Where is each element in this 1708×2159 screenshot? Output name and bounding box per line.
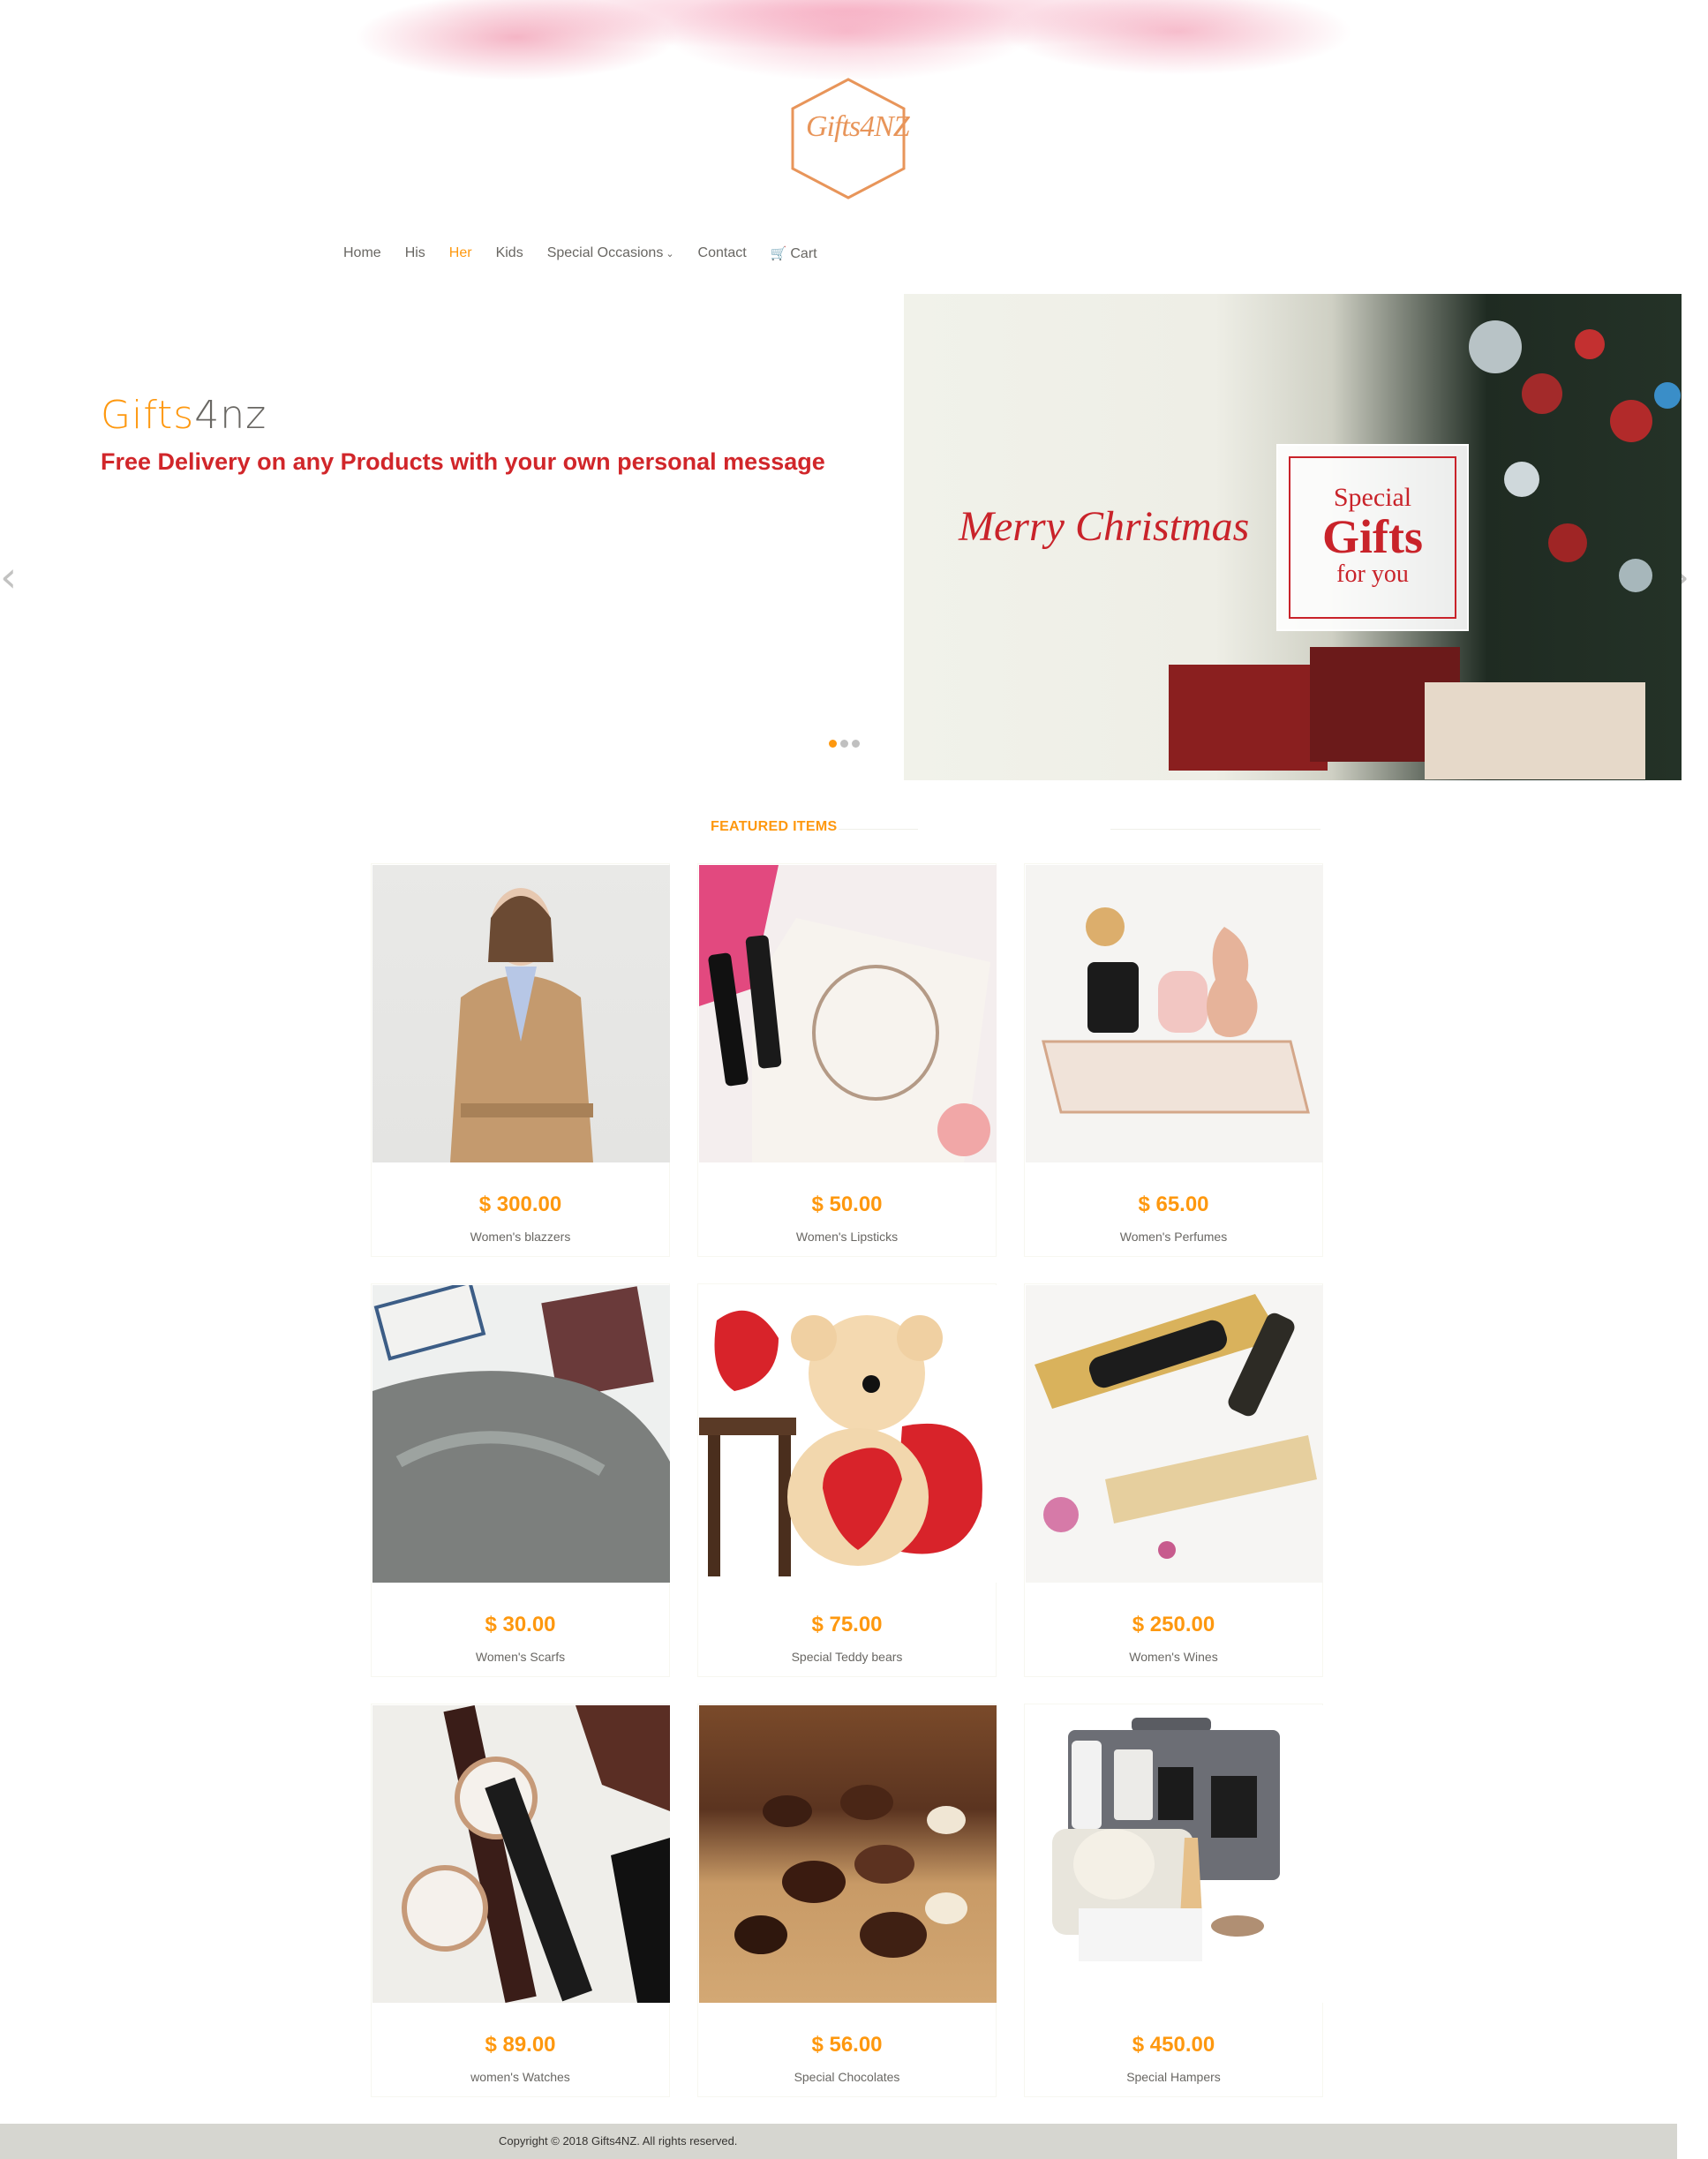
product-image-teddy-bear xyxy=(699,1285,997,1583)
footer: Copyright © 2018 Gifts4NZ. All rights re… xyxy=(0,2124,1677,2159)
nav-her[interactable]: Her xyxy=(449,245,472,261)
slide-brand-part1: Gifts xyxy=(101,393,195,438)
nav-his[interactable]: His xyxy=(405,245,425,261)
product-card[interactable]: $ 30.00 Women's Scarfs xyxy=(371,1283,670,1677)
bauble-red xyxy=(1522,373,1562,414)
nav-kids[interactable]: Kids xyxy=(496,245,523,261)
product-price: $ 250.00 xyxy=(1132,1613,1215,1636)
product-image-lipsticks xyxy=(699,865,997,1162)
gift-box xyxy=(1425,682,1645,779)
featured-divider-left xyxy=(839,829,918,830)
nav-special-occasions-label: Special Occasions xyxy=(546,245,664,260)
featured-items-title: FEATURED ITEMS xyxy=(711,819,838,834)
product-price: $ 89.00 xyxy=(485,2033,556,2057)
product-card[interactable]: $ 250.00 Women's Wines xyxy=(1024,1283,1323,1677)
product-card[interactable]: $ 89.00 women's Watches xyxy=(371,1704,670,2097)
slider-dot-1[interactable] xyxy=(829,740,837,748)
product-price: $ 450.00 xyxy=(1132,2033,1215,2057)
product-name[interactable]: Special Hampers xyxy=(1025,2070,1322,2084)
bauble-red xyxy=(1575,329,1605,359)
bauble-silver xyxy=(1504,462,1539,497)
slide-special-gifts-box: Special Gifts for you xyxy=(1276,444,1469,631)
slide-brand-title: Gifts4nz xyxy=(101,393,267,438)
slider-dot-3[interactable] xyxy=(852,740,860,748)
product-card[interactable]: $ 65.00 Women's Perfumes xyxy=(1024,863,1323,1257)
product-name[interactable]: women's Watches xyxy=(372,2070,669,2084)
product-name[interactable]: Special Chocolates xyxy=(698,2070,996,2084)
product-card[interactable]: $ 300.00 Women's blazzers xyxy=(371,863,670,1257)
bauble-red xyxy=(1610,400,1652,442)
nav-home[interactable]: Home xyxy=(343,245,381,261)
nav-cart-label: Cart xyxy=(790,245,817,261)
slide-for-you-text: for you xyxy=(1336,560,1409,588)
product-image-perfumes xyxy=(1026,865,1323,1162)
slider-indicators xyxy=(829,740,860,748)
product-price: $ 50.00 xyxy=(811,1192,883,1216)
product-name[interactable]: Women's blazzers xyxy=(372,1230,669,1244)
slide-special-text: Special xyxy=(1333,483,1412,512)
slide-special-gifts-frame: Special Gifts for you xyxy=(1289,456,1456,619)
main-nav: Home His Her Kids Special Occasions ⌄ Con… xyxy=(343,240,841,267)
product-price: $ 56.00 xyxy=(811,2033,883,2057)
gift-box xyxy=(1169,665,1328,771)
product-card[interactable]: $ 450.00 Special Hampers xyxy=(1024,1704,1323,2097)
bauble-silver xyxy=(1469,320,1522,373)
product-name[interactable]: Women's Lipsticks xyxy=(698,1230,996,1244)
nav-special-occasions[interactable]: Special Occasions ⌄ xyxy=(547,245,674,261)
slide-tagline: Free Delivery on any Products with your … xyxy=(101,448,825,475)
nav-contact[interactable]: Contact xyxy=(698,245,747,261)
bauble-red xyxy=(1548,523,1587,562)
product-image-scarf xyxy=(372,1285,670,1583)
bauble-silver xyxy=(1619,559,1652,592)
product-price: $ 65.00 xyxy=(1138,1192,1209,1216)
product-name[interactable]: Women's Perfumes xyxy=(1025,1230,1322,1244)
product-card[interactable]: $ 50.00 Women's Lipsticks xyxy=(697,863,997,1257)
slide-merry-christmas-text: Merry Christmas xyxy=(959,503,1250,550)
logo-text: Gifts4NZ xyxy=(806,110,910,143)
chevron-down-icon: ⌄ xyxy=(666,249,674,260)
nav-cart[interactable]: 🛒 Cart xyxy=(771,245,817,262)
site-logo[interactable]: Gifts4NZ xyxy=(788,77,910,200)
cart-icon: 🛒 xyxy=(770,245,787,261)
slide-gifts-text: Gifts xyxy=(1322,510,1423,563)
product-image-wines xyxy=(1026,1285,1323,1583)
product-name[interactable]: Women's Scarfs xyxy=(372,1650,669,1664)
product-image-hampers xyxy=(1026,1705,1323,2003)
product-price: $ 75.00 xyxy=(811,1613,883,1636)
product-price: $ 300.00 xyxy=(478,1192,562,1216)
slider-dot-2[interactable] xyxy=(840,740,848,748)
product-image-blazer xyxy=(372,865,670,1162)
bauble-blue xyxy=(1654,382,1681,409)
product-card[interactable]: $ 75.00 Special Teddy bears xyxy=(697,1283,997,1677)
product-image-watches xyxy=(372,1705,670,2003)
copyright-text: Copyright © 2018 Gifts4NZ. All rights re… xyxy=(499,2134,738,2148)
slide-brand-part2: 4nz xyxy=(194,393,267,438)
slide-christmas-image: Merry Christmas Special Gifts for you xyxy=(904,294,1682,780)
product-price: $ 30.00 xyxy=(485,1613,556,1636)
slider-prev-icon[interactable]: ‹ xyxy=(0,556,17,598)
product-name[interactable]: Women's Wines xyxy=(1025,1650,1322,1664)
product-name[interactable]: Special Teddy bears xyxy=(698,1650,996,1664)
product-image-chocolates xyxy=(699,1705,997,2003)
featured-divider-right xyxy=(1110,829,1321,830)
product-card[interactable]: $ 56.00 Special Chocolates xyxy=(697,1704,997,2097)
